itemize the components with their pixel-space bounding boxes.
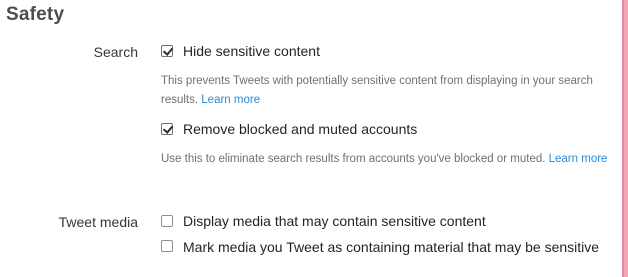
remove-blocked-checkbox[interactable] xyxy=(161,123,173,135)
remove-blocked-help: Use this to eliminate search results fro… xyxy=(161,150,611,169)
display-sensitive-option[interactable]: Display media that may contain sensitive… xyxy=(161,213,486,229)
display-sensitive-checkbox[interactable] xyxy=(161,215,173,227)
safety-settings-panel: Safety Search Hide sensitive content Thi… xyxy=(0,0,624,277)
hide-sensitive-learn-more-link[interactable]: Learn more xyxy=(201,94,260,106)
mark-sensitive-option[interactable]: Mark media you Tweet as containing mater… xyxy=(161,238,601,256)
remove-blocked-learn-more-link[interactable]: Learn more xyxy=(549,153,608,165)
remove-blocked-label[interactable]: Remove blocked and muted accounts xyxy=(183,121,417,137)
search-label: Search xyxy=(93,44,138,60)
mark-sensitive-label[interactable]: Mark media you Tweet as containing mater… xyxy=(183,238,599,256)
mark-sensitive-checkbox[interactable] xyxy=(161,240,173,252)
display-sensitive-label[interactable]: Display media that may contain sensitive… xyxy=(183,213,486,229)
section-title: Safety xyxy=(6,4,65,25)
hide-sensitive-option[interactable]: Hide sensitive content xyxy=(161,43,320,59)
hide-sensitive-checkbox[interactable] xyxy=(161,45,173,57)
remove-blocked-help-text: Use this to eliminate search results fro… xyxy=(161,153,546,165)
hide-sensitive-label[interactable]: Hide sensitive content xyxy=(183,43,320,59)
tweet-media-label: Tweet media xyxy=(58,214,138,230)
remove-blocked-option[interactable]: Remove blocked and muted accounts xyxy=(161,121,417,137)
hide-sensitive-help: This prevents Tweets with potentially se… xyxy=(161,72,621,110)
